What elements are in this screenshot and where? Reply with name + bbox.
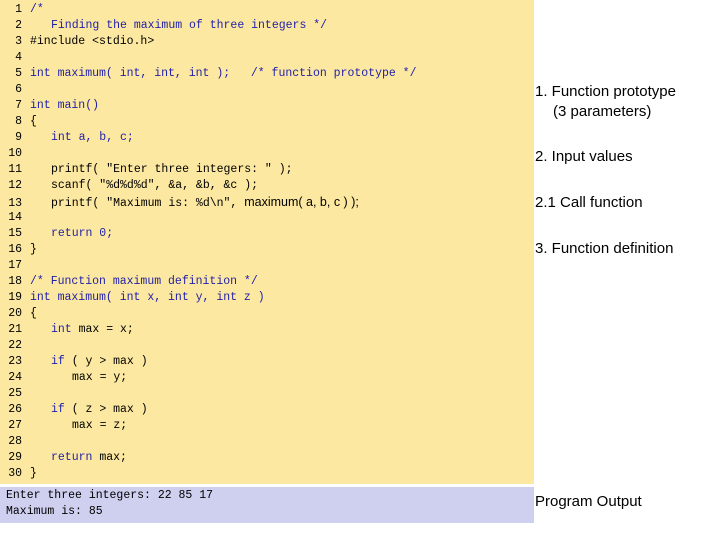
line-number: 2: [15, 19, 22, 32]
code-line: 10: [0, 146, 30, 162]
code-text: return: [51, 451, 93, 464]
line-number: 28: [8, 435, 22, 448]
code-text: printf( "Enter three integers: " );: [51, 163, 293, 176]
code-text: int maximum( int, int, int );: [30, 67, 231, 80]
code-line: 18 /* Function maximum definition */: [0, 274, 258, 290]
line-number: 8: [15, 115, 22, 128]
code-line: 28: [0, 434, 30, 450]
code-text: maximum( a, b, c ) );: [244, 195, 359, 209]
line-number: 12: [8, 179, 22, 192]
annotation-function-definition: 3. Function definition: [535, 240, 674, 257]
code-line: 15 return 0;: [0, 226, 113, 242]
annotation-call-function: 2.1 Call function: [535, 194, 643, 211]
code-text: ( z > max ): [64, 403, 148, 416]
code-text: max;: [92, 451, 127, 464]
code-text: max = z;: [72, 419, 128, 432]
line-number: 22: [8, 339, 22, 352]
code-text: int main(): [30, 99, 100, 112]
code-line: 26 if ( z > max ): [0, 402, 148, 418]
annotation-input-values: 2. Input values: [535, 148, 633, 165]
code-line: 5 int maximum( int, int, int ); /* functi…: [0, 66, 416, 82]
line-number: 21: [8, 323, 22, 336]
code-line: 25: [0, 386, 30, 402]
program-output-panel: Enter three integers: 22 85 17 Maximum i…: [0, 487, 534, 523]
line-number: 18: [8, 275, 22, 288]
code-text: if: [51, 355, 65, 368]
code-text: /* function prototype */: [230, 67, 417, 80]
line-number: 11: [8, 163, 22, 176]
line-number: 3: [15, 35, 22, 48]
code-text: /* Function maximum definition */: [30, 275, 258, 288]
output-line: Maximum is: 85: [6, 505, 103, 518]
line-number: 25: [8, 387, 22, 400]
line-number: 27: [8, 419, 22, 432]
line-number: 16: [8, 243, 22, 256]
code-line: 24 max = y;: [0, 370, 127, 386]
line-number: 23: [8, 355, 22, 368]
line-number: 15: [8, 227, 22, 240]
line-number: 7: [15, 99, 22, 112]
code-line: 6: [0, 82, 30, 98]
code-line: 8{: [0, 114, 37, 130]
code-line: 22: [0, 338, 30, 354]
code-line: 20 {: [0, 306, 37, 322]
code-line: 17: [0, 258, 30, 274]
code-line: 13 printf( "Maximum is: %d\n", maximum( a…: [0, 194, 359, 210]
code-line: 16}: [0, 242, 37, 258]
line-number: 26: [8, 403, 22, 416]
code-text: Finding the maximum of three integers */: [51, 19, 328, 32]
code-text: max = x;: [71, 323, 134, 336]
code-line: 9 int a, b, c;: [0, 130, 134, 146]
code-text: #include <stdio.h>: [30, 35, 155, 48]
code-text: ( y > max ): [64, 355, 148, 368]
code-text: int a, b, c;: [51, 131, 134, 144]
code-text: }: [30, 467, 37, 480]
line-number: 17: [8, 259, 22, 272]
code-text: int: [51, 323, 72, 336]
line-number: 30: [8, 467, 22, 480]
code-line: 4: [0, 50, 30, 66]
output-line: Enter three integers: 22 85 17: [6, 489, 214, 502]
line-number: 24: [8, 371, 22, 384]
line-number: 20: [8, 307, 22, 320]
line-number: 9: [15, 131, 22, 144]
code-text: {: [30, 115, 37, 128]
code-line: 12 scanf( "%d%d%d", &a, &b, &c );: [0, 178, 258, 194]
code-text: {: [30, 307, 37, 320]
code-line: 14: [0, 210, 30, 226]
code-line: 27 max = z;: [0, 418, 127, 434]
code-line: 2 Finding the maximum of three integers *…: [0, 18, 327, 34]
code-text: /*: [30, 3, 44, 16]
code-line: 3 #include <stdio.h>: [0, 34, 154, 50]
code-line: 19 int maximum( int x, int y, int z ): [0, 290, 265, 306]
code-text: max = y;: [72, 371, 128, 384]
code-text: scanf( "%d%d%d", &a, &b, &c );: [51, 179, 259, 192]
code-line: 30}: [0, 466, 37, 482]
annotation-text: 1. Function prototype: [535, 83, 676, 100]
code-text: printf( "Maximum is: %d\n",: [51, 197, 245, 210]
code-line: 21 int max = x;: [0, 322, 134, 338]
code-line: 7 int main(): [0, 98, 99, 114]
line-number: 4: [15, 51, 22, 64]
code-text: if: [51, 403, 65, 416]
line-number: 6: [15, 83, 22, 96]
annotation-function-prototype: 1. Function prototype (3 parameters): [535, 82, 715, 122]
line-number: 10: [8, 147, 22, 160]
code-line: 11 printf( "Enter three integers: " );: [0, 162, 293, 178]
code-text: return 0;: [51, 227, 114, 240]
annotation-program-output: Program Output: [535, 493, 642, 510]
line-number: 19: [8, 291, 22, 304]
code-text: }: [30, 243, 37, 256]
annotation-subtext: (3 parameters): [553, 103, 652, 120]
code-text: int maximum( int x, int y, int z ): [30, 291, 265, 304]
line-number: 14: [8, 211, 22, 224]
code-line: 23 if ( y > max ): [0, 354, 148, 370]
line-number: 29: [8, 451, 22, 464]
code-listing: 1 /* 2 Finding the maximum of three integer…: [0, 0, 534, 484]
code-line: 1 /*: [0, 2, 44, 18]
line-number: 1: [15, 3, 22, 16]
code-line: 29 return max;: [0, 450, 127, 466]
line-number: 5: [15, 67, 22, 80]
